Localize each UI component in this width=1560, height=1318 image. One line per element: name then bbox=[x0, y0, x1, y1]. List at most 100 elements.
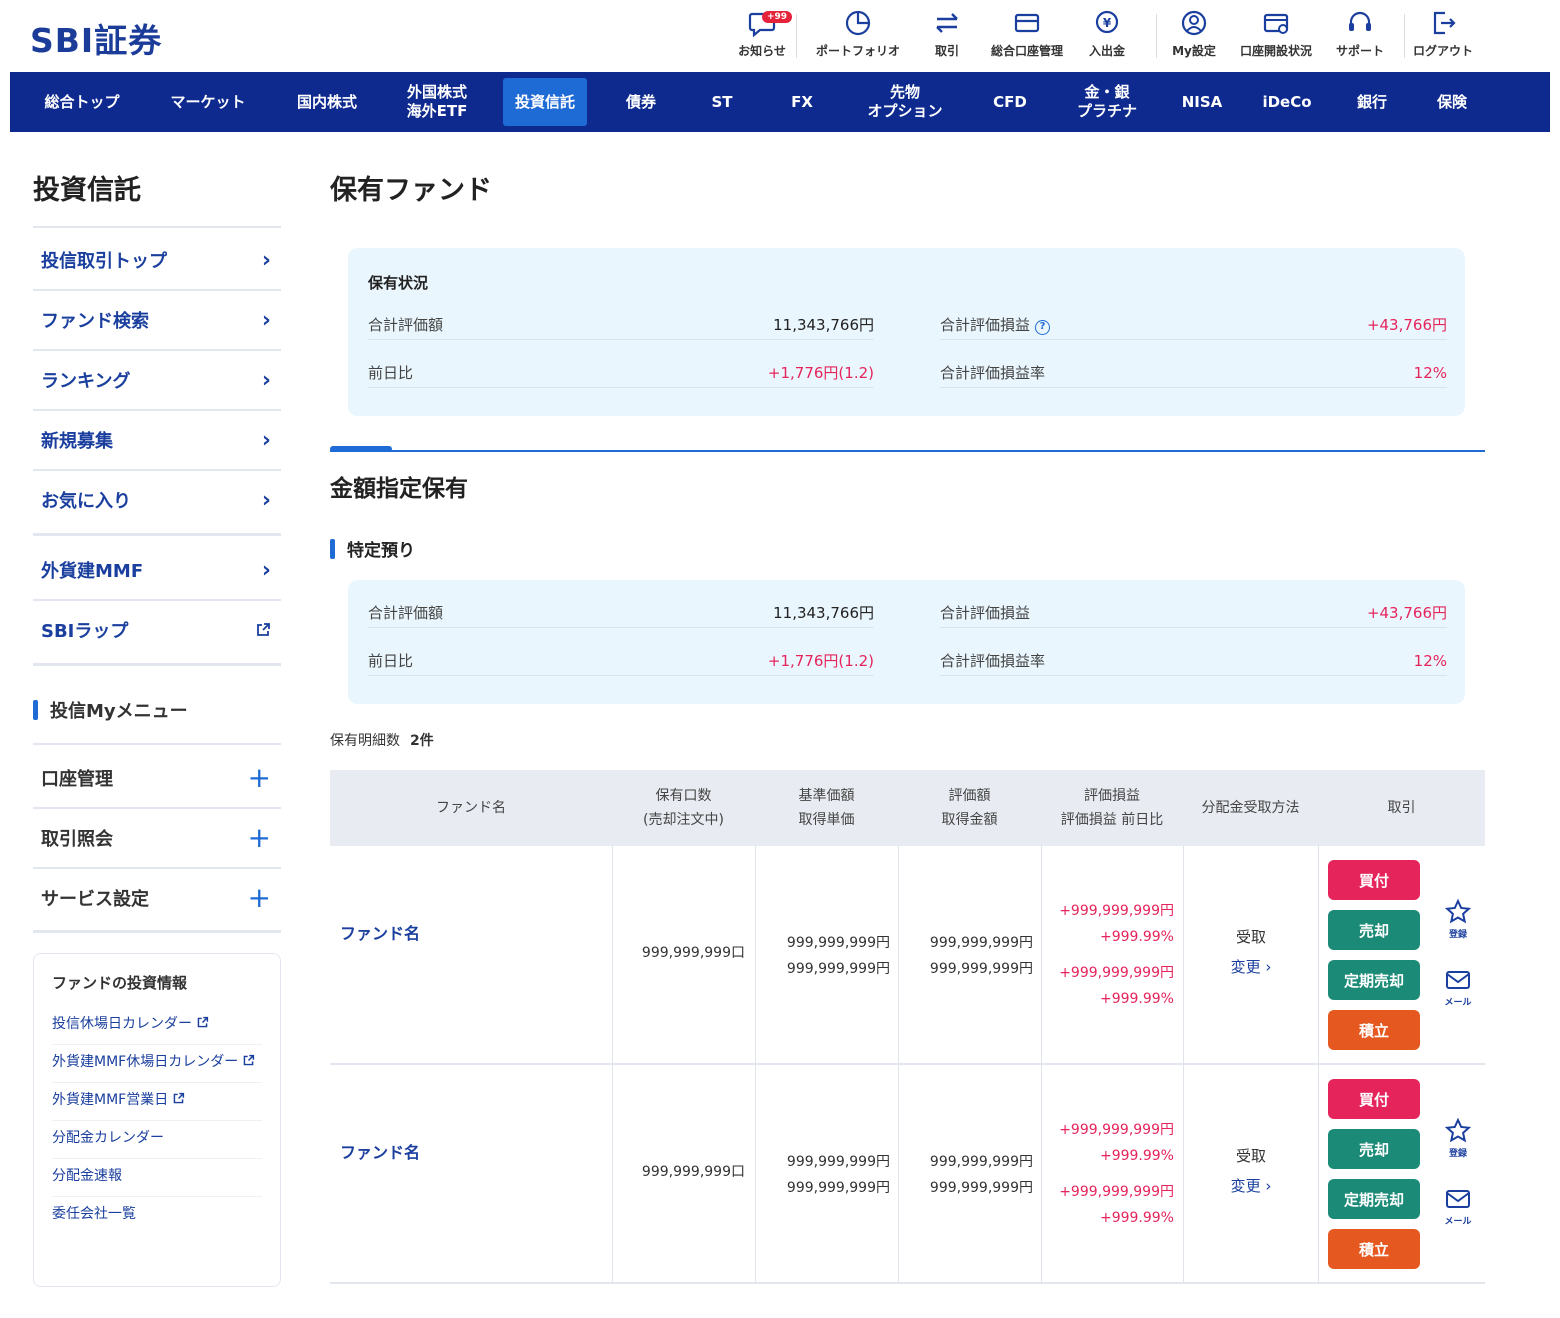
buy-button[interactable]: 買付 bbox=[1328, 860, 1420, 900]
sidebar-expand-service[interactable]: サービス設定 + bbox=[33, 869, 281, 927]
mail-label: メール bbox=[1444, 998, 1472, 1008]
sidebar-item-favorites[interactable]: お気に入り › bbox=[33, 471, 281, 529]
buy-button[interactable]: 買付 bbox=[1328, 1079, 1420, 1119]
info-link-dividend-calendar[interactable]: 分配金カレンダー bbox=[52, 1121, 262, 1159]
summary-label: 合計評価額 bbox=[368, 316, 444, 334]
info-link-label: 委任会社一覧 bbox=[52, 1206, 136, 1222]
nav-fx[interactable]: FX bbox=[774, 78, 830, 126]
info-link-label: 外貨建MMF休場日カレンダー bbox=[52, 1054, 239, 1070]
mail-icon bbox=[1446, 971, 1470, 989]
sidebar-item-ranking[interactable]: ランキング › bbox=[33, 351, 281, 409]
change-link[interactable]: 変更 › bbox=[1192, 952, 1310, 982]
sidebar-item-trade-top[interactable]: 投信取引トップ › bbox=[33, 231, 281, 289]
summary-row-total-gain: 合計評価損益? +43,766円 bbox=[940, 310, 1447, 340]
summary-label: 合計評価損益 bbox=[940, 604, 1031, 622]
external-link-icon bbox=[257, 623, 270, 636]
nav-futures[interactable]: 先物 オプション bbox=[852, 78, 958, 126]
nav-top[interactable]: 総合トップ bbox=[30, 78, 134, 126]
nav-investment-trust[interactable]: 投資信託 bbox=[503, 78, 587, 126]
col-distribution: 分配金受取方法 bbox=[1201, 800, 1300, 816]
sidebar-expand-history[interactable]: 取引照会 + bbox=[33, 809, 281, 867]
heading-accent bbox=[33, 700, 38, 720]
info-link-mmf-business-days[interactable]: 外貨建MMF営業日 bbox=[52, 1083, 262, 1121]
nav-st[interactable]: ST bbox=[694, 78, 750, 126]
sidebar-item-label: 取引照会 bbox=[41, 829, 113, 850]
divider bbox=[796, 14, 797, 58]
fund-name-link[interactable]: ファンド名 bbox=[340, 1139, 420, 1163]
info-link-label: 分配金カレンダー bbox=[52, 1130, 164, 1146]
nav-market[interactable]: マーケット bbox=[156, 78, 260, 126]
util-label: ポートフォリオ bbox=[816, 44, 901, 58]
nav-cell: 999,999,999円 999,999,999円 bbox=[786, 1154, 890, 1196]
units-cell: 999,999,999口 bbox=[641, 945, 745, 961]
nav-ideco[interactable]: iDeCo bbox=[1252, 78, 1322, 126]
util-account-opening[interactable]: 口座開設状況 bbox=[1234, 8, 1318, 59]
sell-button[interactable]: 売却 bbox=[1328, 1129, 1420, 1169]
sidebar-item-label: サービス設定 bbox=[41, 889, 149, 910]
help-icon[interactable]: ? bbox=[1035, 320, 1051, 335]
register-favorite[interactable]: 登録 bbox=[1440, 1117, 1476, 1159]
regular-sell-button[interactable]: 定期売却 bbox=[1328, 960, 1420, 1000]
sbi-logo[interactable]: SBI証券 bbox=[30, 14, 162, 62]
summary-row-total-gain: 合計評価損益 +43,766円 bbox=[940, 598, 1447, 628]
util-label: My設定 bbox=[1172, 44, 1216, 58]
sidebar-item-label: 外貨建MMF bbox=[41, 561, 144, 582]
nav-foreign-stock[interactable]: 外国株式 海外ETF bbox=[394, 78, 480, 126]
util-notifications[interactable]: +99 お知らせ bbox=[720, 8, 804, 59]
nav-insurance[interactable]: 保険 bbox=[1424, 78, 1480, 126]
col-fund-name: ファンド名 bbox=[436, 800, 506, 816]
summary-label: 前日比 bbox=[368, 652, 414, 670]
star-icon bbox=[1444, 1117, 1472, 1143]
mail-alert[interactable]: メール bbox=[1440, 966, 1476, 1008]
regular-sell-button[interactable]: 定期売却 bbox=[1328, 1179, 1420, 1219]
sidebar-item-sbi-wrap[interactable]: SBIラップ bbox=[33, 601, 281, 659]
accumulate-button[interactable]: 積立 bbox=[1328, 1229, 1420, 1269]
section-title: 金額指定保有 bbox=[330, 476, 468, 502]
util-deposit[interactable]: ¥ 入出金 bbox=[1065, 8, 1149, 59]
mail-alert[interactable]: メール bbox=[1440, 1185, 1476, 1227]
summary-row-daily: 前日比 +1,776円(1.2) bbox=[368, 646, 874, 676]
nav-bonds[interactable]: 債券 bbox=[610, 78, 672, 126]
sidebar-item-fund-search[interactable]: ファンド検索 › bbox=[33, 291, 281, 349]
info-link-dividend-news[interactable]: 分配金速報 bbox=[52, 1159, 262, 1197]
info-link-managers[interactable]: 委任会社一覧 bbox=[52, 1197, 262, 1234]
sidebar-title: 投資信託 bbox=[33, 175, 141, 206]
nav-gold[interactable]: 金・銀 プラチナ bbox=[1062, 78, 1152, 126]
summary-label: 合計評価損益? bbox=[940, 314, 1051, 335]
sub-section-label: 特定預り bbox=[347, 541, 415, 561]
trade-icon bbox=[936, 13, 958, 33]
value-cell: 999,999,999円 999,999,999円 bbox=[929, 935, 1033, 977]
gain-cell: +999,999,999円 +999.99% +999,999,999円 +999.9… bbox=[1059, 903, 1174, 1007]
accumulate-button[interactable]: 積立 bbox=[1328, 1010, 1420, 1050]
util-logout[interactable]: ログアウト bbox=[1401, 8, 1485, 59]
register-label: 登録 bbox=[1448, 930, 1467, 940]
summary-row-daily: 前日比 +1,776円(1.2) bbox=[368, 358, 874, 388]
nav-domestic-stock[interactable]: 国内株式 bbox=[282, 78, 372, 126]
util-label: 取引 bbox=[934, 44, 959, 58]
util-account[interactable]: 総合口座管理 bbox=[985, 8, 1069, 59]
sell-button[interactable]: 売却 bbox=[1328, 910, 1420, 950]
util-support[interactable]: サポート bbox=[1318, 8, 1402, 59]
register-favorite[interactable]: 登録 bbox=[1440, 898, 1476, 940]
divider bbox=[33, 743, 281, 745]
header: SBI証券 +99 お知らせ ポートフォリオ 取引 総合口座管理 ¥ 入出金 M… bbox=[10, 0, 1550, 72]
support-icon bbox=[1349, 11, 1371, 31]
nav-bank[interactable]: 銀行 bbox=[1344, 78, 1400, 126]
change-link[interactable]: 変更 › bbox=[1192, 1171, 1310, 1201]
col-value: 評価額 取得金額 bbox=[941, 788, 998, 828]
nav-nisa[interactable]: NISA bbox=[1174, 78, 1230, 126]
info-link-holiday-calendar[interactable]: 投信休場日カレンダー bbox=[52, 1007, 262, 1045]
util-label: 入出金 bbox=[1088, 44, 1125, 58]
util-trade[interactable]: 取引 bbox=[905, 8, 989, 59]
sidebar-expand-account[interactable]: 口座管理 + bbox=[33, 749, 281, 807]
nav-cfd[interactable]: CFD bbox=[980, 78, 1040, 126]
util-portfolio[interactable]: ポートフォリオ bbox=[816, 8, 900, 59]
util-my-settings[interactable]: My設定 bbox=[1152, 8, 1236, 59]
sidebar-item-new-offering[interactable]: 新規募集 › bbox=[33, 411, 281, 469]
info-link-mmf-holiday-calendar[interactable]: 外貨建MMF休場日カレンダー bbox=[52, 1045, 262, 1083]
sidebar-item-foreign-mmf[interactable]: 外貨建MMF › bbox=[33, 541, 281, 599]
page-title: 保有ファンド bbox=[330, 175, 492, 206]
divider bbox=[33, 930, 281, 933]
gain-cell: +999,999,999円 +999.99% +999,999,999円 +999.9… bbox=[1059, 1122, 1174, 1226]
fund-name-link[interactable]: ファンド名 bbox=[340, 920, 420, 944]
